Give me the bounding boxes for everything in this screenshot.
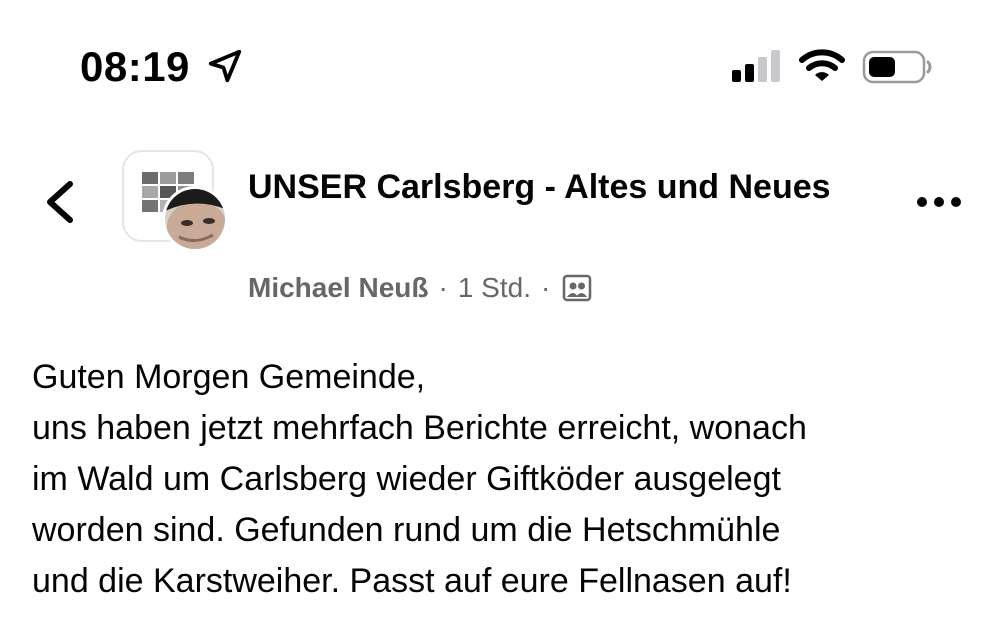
post-line: worden sind. Gefunden rund um die Hetsch…: [32, 511, 781, 549]
post-line: uns haben jetzt mehrfach Berichte erreic…: [32, 409, 807, 447]
meta-separator: ·: [540, 272, 551, 303]
group-audience-icon[interactable]: [562, 273, 592, 303]
post-screen: 08:19 UNSER Carlsberg - Altes und Neues …: [0, 0, 1000, 622]
location-arrow-icon: [208, 49, 242, 83]
cellular-signal-icon: [732, 50, 780, 82]
more-options-icon[interactable]: [914, 188, 964, 216]
post-line: und die Karstweiher. Passt auf eure Fell…: [32, 562, 792, 600]
group-name-link[interactable]: UNSER Carlsberg - Altes und Neues: [248, 162, 868, 212]
author-name-link[interactable]: Michael Neuß: [248, 266, 428, 310]
back-button[interactable]: [40, 178, 80, 226]
post-meta: Michael Neuß · 1 Std. ·: [248, 266, 592, 310]
status-time: 08:19: [80, 43, 190, 90]
post-time[interactable]: 1 Std.: [458, 266, 531, 310]
meta-separator: ·: [438, 272, 448, 303]
post-line: Guten Morgen Gemeinde,: [32, 358, 426, 396]
post-line: im Wald um Carlsberg wieder Giftköder au…: [32, 460, 781, 498]
post-message: Guten Morgen Gemeinde, uns haben jetzt m…: [32, 352, 972, 607]
battery-icon: [862, 50, 932, 84]
author-avatar[interactable]: [162, 186, 228, 252]
wifi-icon: [799, 49, 845, 81]
